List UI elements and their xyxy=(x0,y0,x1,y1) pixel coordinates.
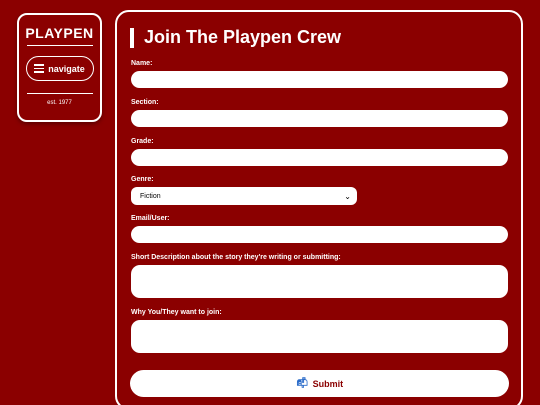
chevron-down-icon: ⌄ xyxy=(344,191,351,201)
brand-logo[interactable]: PLAYPEN xyxy=(25,25,93,41)
section-input[interactable] xyxy=(131,110,508,127)
description-textarea[interactable] xyxy=(131,265,508,298)
established-text: est. 1977 xyxy=(47,100,72,106)
grade-input[interactable] xyxy=(131,149,508,166)
why-join-textarea[interactable] xyxy=(131,320,508,353)
join-form-panel: Join The Playpen Crew Name: Section: Gra… xyxy=(115,10,523,405)
submit-label: Submit xyxy=(312,378,344,389)
menu-icon xyxy=(34,62,45,75)
genre-selected-value: Fiction xyxy=(140,192,161,200)
mailbox-icon: 📬︎ xyxy=(295,378,309,389)
submit-button[interactable]: 📬︎ Submit xyxy=(130,370,509,397)
title-accent-bar xyxy=(130,27,134,48)
sidebar: PLAYPEN navigate est. 1977 xyxy=(17,13,102,122)
why-join-label: Why You/They want to join: xyxy=(131,309,222,316)
email-input[interactable] xyxy=(131,226,508,243)
name-input[interactable] xyxy=(131,71,508,88)
section-label: Section: xyxy=(131,99,159,106)
grade-label: Grade: xyxy=(131,138,154,145)
genre-label: Genre: xyxy=(131,176,154,183)
divider xyxy=(26,93,93,94)
page-title: Join The Playpen Crew xyxy=(144,27,342,47)
form-header: Join The Playpen Crew xyxy=(130,27,341,48)
name-label: Name: xyxy=(131,60,153,67)
description-label: Short Description about the story they'r… xyxy=(131,254,341,261)
navigate-button[interactable]: navigate xyxy=(25,56,94,81)
navigate-label: navigate xyxy=(48,63,85,74)
genre-select[interactable]: Fiction ⌄ xyxy=(131,187,357,205)
email-label: Email/User: xyxy=(131,215,170,222)
divider xyxy=(26,45,93,46)
